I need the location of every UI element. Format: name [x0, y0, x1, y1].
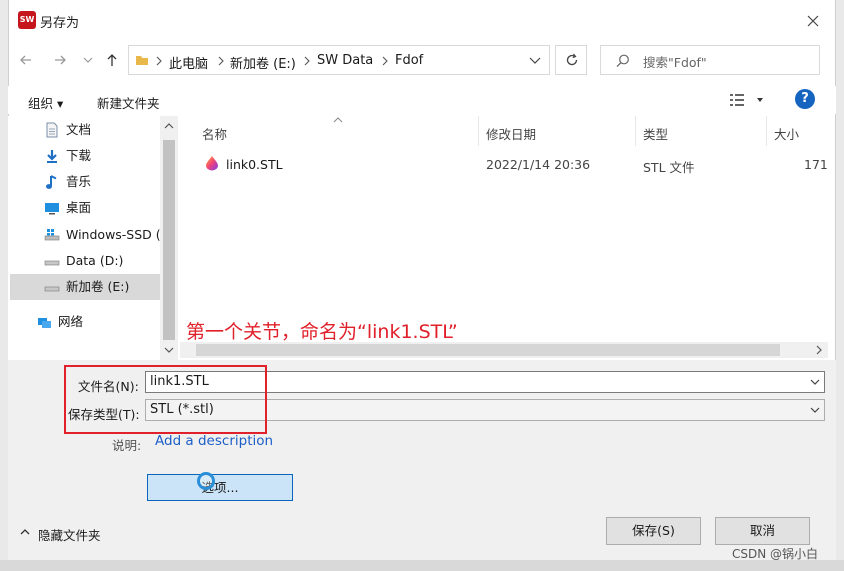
sidebar-item-label: 文档 — [66, 122, 92, 137]
refresh-icon — [566, 53, 578, 66]
column-divider[interactable] — [635, 116, 636, 146]
drive-icon — [44, 286, 60, 292]
breadcrumb-this-pc[interactable]: 此电脑 — [169, 53, 208, 72]
recent-locations-button[interactable] — [82, 54, 94, 66]
sidebar-item-network[interactable]: 网络 — [38, 311, 84, 333]
folder-icon — [136, 56, 148, 65]
annotation-text: 第一个关节，命名为“link1.STL” — [186, 321, 458, 343]
arrow-right-icon — [55, 55, 66, 65]
stl-file-icon — [206, 156, 218, 171]
chevron-down-icon — [810, 407, 820, 413]
column-header-modified[interactable]: 修改日期 — [486, 124, 536, 143]
address-bar[interactable]: 此电脑 新加卷 (E:) SW Data Fdof — [128, 45, 550, 75]
sidebar-item-label: Windows-SSD ( — [66, 227, 161, 242]
file-list: 名称 修改日期 类型 大小 link0.STL 2022/1/14 20:36 … — [180, 116, 828, 342]
breadcrumb-sw-data[interactable]: SW Data — [317, 53, 373, 68]
watermark: CSDN @锅小白 — [732, 547, 819, 561]
back-button[interactable] — [16, 50, 36, 70]
search-box[interactable]: 搜索"Fdof" — [600, 45, 820, 75]
title-bar: SW 另存为 — [8, 0, 836, 40]
chevron-down-icon[interactable] — [529, 56, 541, 66]
arrow-up-icon — [107, 54, 117, 66]
refresh-button[interactable] — [555, 45, 587, 75]
network-icon — [38, 318, 51, 328]
sidebar-item-label: 网络 — [58, 314, 84, 329]
sidebar-item-documents[interactable]: 文档 — [46, 119, 92, 141]
cursor-indicator — [197, 472, 215, 490]
breadcrumb-fdof[interactable]: Fdof — [395, 53, 423, 68]
scroll-right-icon[interactable] — [815, 345, 823, 355]
file-name[interactable]: link0.STL — [226, 157, 283, 172]
sidebar-item-label: 新加卷 (E:) — [66, 279, 130, 294]
background-strip-left — [0, 0, 8, 571]
help-icon[interactable]: ? — [795, 89, 815, 109]
music-icon — [46, 175, 57, 189]
organize-button[interactable]: 组织 ▾ — [28, 93, 63, 112]
sidebar-item-label: 下载 — [66, 148, 92, 163]
hide-folders-label: 隐藏文件夹 — [38, 528, 101, 543]
file-type: STL 文件 — [643, 160, 695, 175]
sidebar-item-desktop[interactable]: 桌面 — [45, 197, 92, 219]
search-placeholder: 搜索"Fdof" — [643, 55, 707, 70]
sidebar-item-windows-ssd[interactable]: Windows-SSD ( — [44, 224, 161, 246]
forward-button[interactable] — [50, 50, 70, 70]
sidebar-item-volume-e[interactable]: 新加卷 (E:) — [44, 276, 130, 298]
column-header-name[interactable]: 名称 — [202, 124, 227, 143]
column-divider[interactable] — [478, 116, 479, 146]
drive-icon — [44, 260, 60, 266]
background-strip-bottom — [0, 560, 844, 571]
drive-icon — [44, 229, 60, 241]
chevron-right-icon — [218, 56, 224, 66]
up-button[interactable] — [102, 50, 122, 70]
annotation-highlight-box — [64, 365, 267, 434]
file-size: 171 — [804, 157, 828, 172]
sidebar-item-downloads[interactable]: 下载 — [47, 145, 92, 167]
chevron-right-icon — [156, 56, 162, 66]
sidebar-item-music[interactable]: 音乐 — [46, 171, 92, 193]
file-modified: 2022/1/14 20:36 — [486, 157, 591, 172]
sidebar-item-label: 桌面 — [66, 200, 92, 215]
breadcrumb-volume-e[interactable]: 新加卷 (E:) — [230, 53, 296, 72]
save-button[interactable]: 保存(S) — [606, 517, 701, 545]
arrow-left-icon — [20, 55, 31, 65]
download-icon — [47, 150, 57, 163]
chevron-right-icon — [382, 56, 388, 66]
sidebar-item-label: Data (D:) — [66, 253, 124, 268]
view-list-icon — [730, 94, 763, 106]
column-header-type[interactable]: 类型 — [643, 124, 668, 143]
desktop-icon — [45, 203, 59, 215]
column-divider[interactable] — [766, 116, 767, 146]
nav-scrollbar-thumb[interactable] — [163, 140, 175, 340]
view-options-button[interactable] — [728, 92, 768, 108]
scroll-down-icon[interactable] — [164, 346, 174, 354]
cancel-button[interactable]: 取消 — [715, 517, 810, 545]
add-description-link[interactable]: Add a description — [155, 433, 273, 449]
sidebar-item-data-d[interactable]: Data (D:) — [44, 250, 124, 272]
sort-ascending-icon — [333, 117, 343, 123]
column-header-size[interactable]: 大小 — [774, 124, 799, 143]
chevron-right-icon — [304, 56, 310, 66]
toolbar: 组织 ▾ 新建文件夹 ? — [8, 86, 836, 114]
horizontal-scrollbar-thumb[interactable] — [196, 344, 780, 356]
new-folder-button[interactable]: 新建文件夹 — [97, 93, 160, 112]
window-title: 另存为 — [40, 16, 80, 31]
chevron-down-icon[interactable] — [810, 378, 820, 386]
description-label: 说明: — [112, 438, 142, 453]
background-strip-right — [836, 0, 844, 571]
document-icon — [46, 122, 58, 138]
close-button[interactable] — [800, 8, 826, 34]
app-icon: SW — [18, 11, 36, 29]
sidebar-item-label: 音乐 — [66, 174, 92, 189]
chevron-up-icon — [20, 529, 30, 535]
scroll-up-icon[interactable] — [164, 122, 174, 130]
close-icon — [807, 15, 819, 27]
options-button[interactable]: 选项... — [147, 474, 293, 501]
search-icon — [616, 54, 629, 68]
chevron-down-icon — [83, 57, 93, 63]
